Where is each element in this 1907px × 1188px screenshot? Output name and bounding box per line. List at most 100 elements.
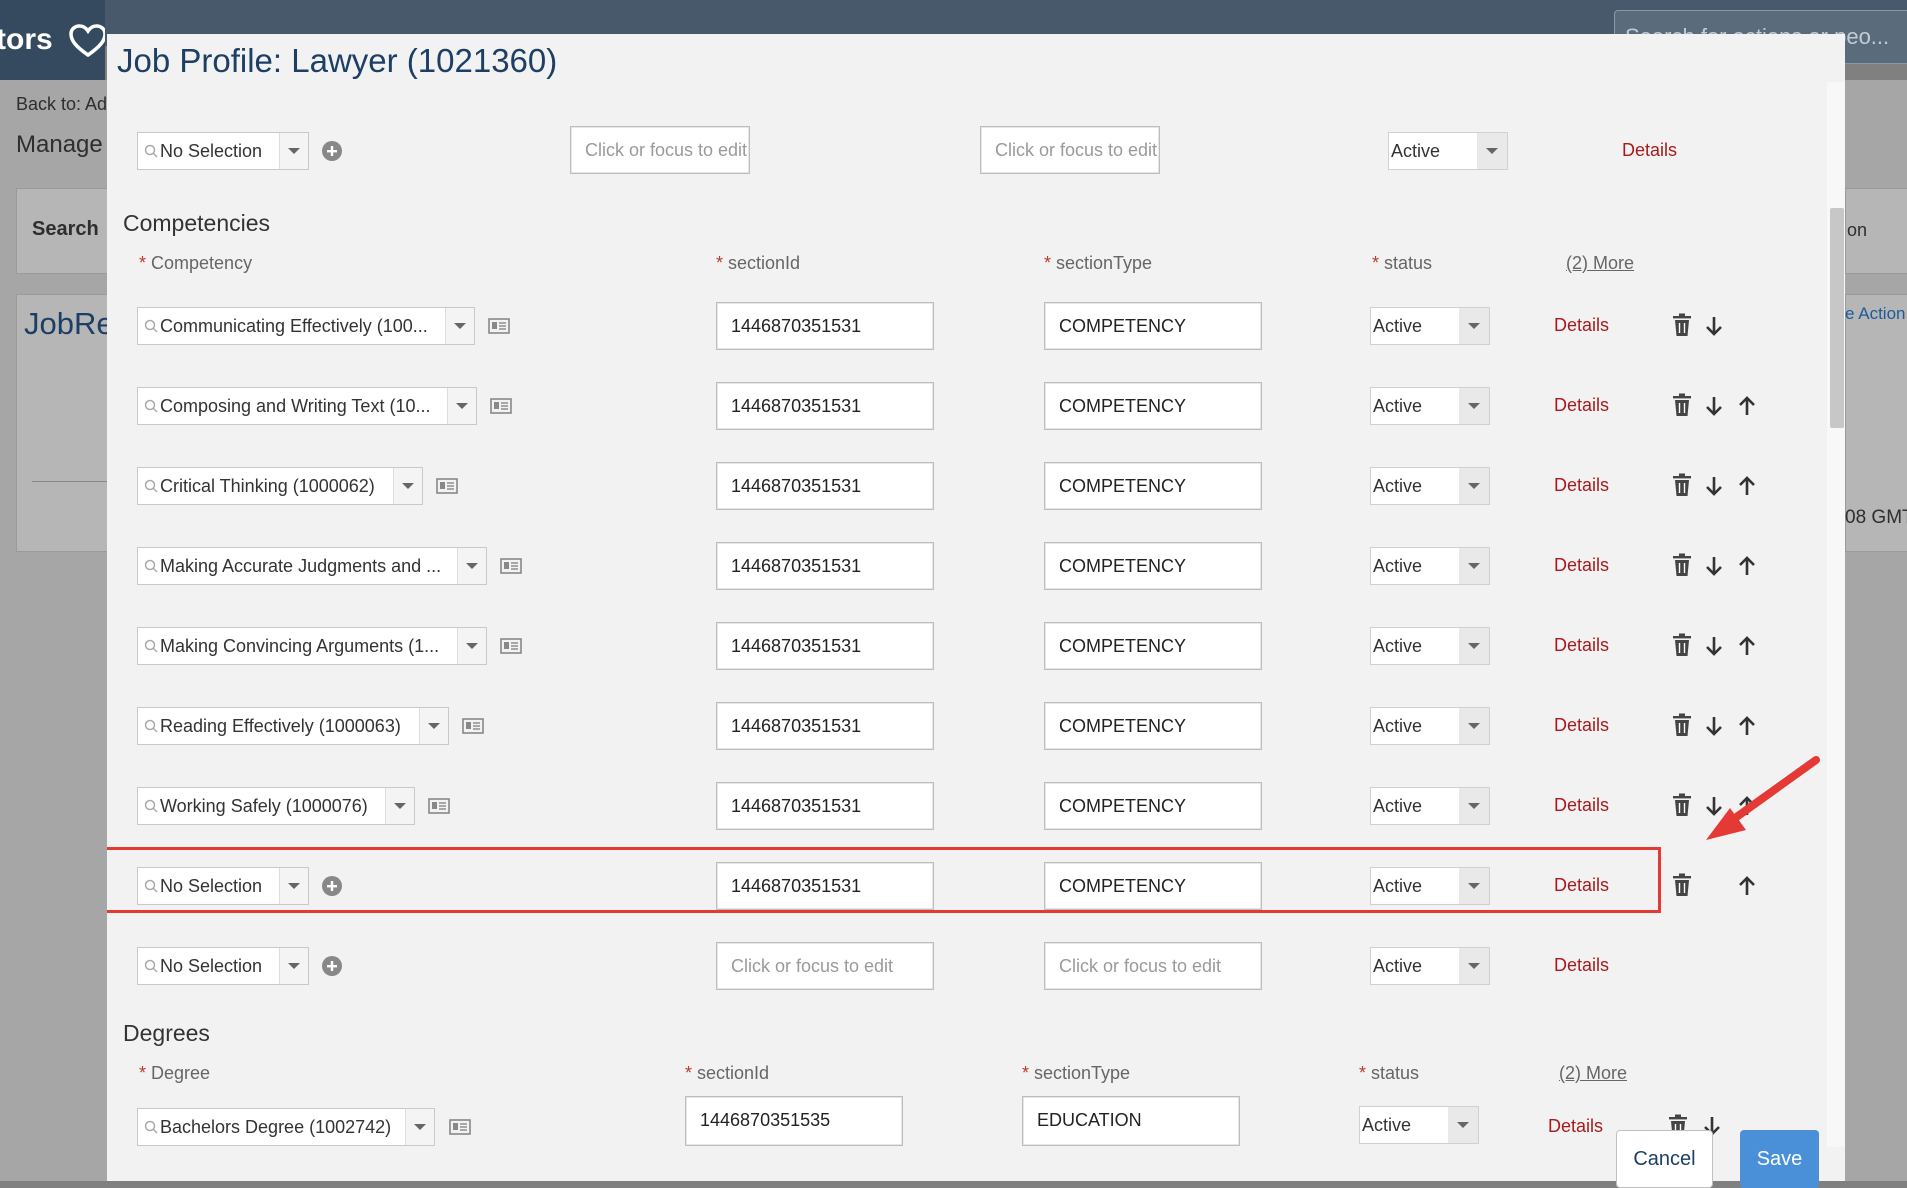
section-type-field[interactable]: COMPETENCY: [1044, 542, 1262, 590]
details-link[interactable]: Details: [1554, 635, 1609, 656]
chevron-down-icon[interactable]: [1459, 788, 1489, 824]
chevron-down-icon[interactable]: [385, 788, 414, 824]
right-select-text[interactable]: on: [1847, 220, 1867, 241]
card-icon[interactable]: [462, 718, 484, 734]
section-type-field[interactable]: COMPETENCY: [1044, 462, 1262, 510]
add-icon[interactable]: [321, 140, 343, 162]
section-id-field[interactable]: Click or focus to edit: [716, 942, 934, 990]
move-up-arrow-icon[interactable]: [1738, 556, 1756, 576]
chevron-down-icon[interactable]: [1459, 468, 1489, 504]
chevron-down-icon[interactable]: [405, 1109, 434, 1145]
card-icon[interactable]: [500, 638, 522, 654]
section-id-field[interactable]: 1446870351531: [716, 702, 934, 750]
move-down-arrow-icon[interactable]: [1705, 476, 1723, 496]
card-icon[interactable]: [436, 478, 458, 494]
chevron-down-icon[interactable]: [445, 308, 474, 344]
trash-icon[interactable]: [1671, 393, 1693, 417]
degree-status-select[interactable]: Active: [1359, 1106, 1479, 1144]
trash-icon[interactable]: [1671, 553, 1693, 577]
details-link[interactable]: Details: [1554, 395, 1609, 416]
more-columns-link[interactable]: (2) More: [1566, 253, 1634, 274]
top-row-details-link[interactable]: Details: [1622, 140, 1677, 161]
competency-combo[interactable]: Making Convincing Arguments (1...: [137, 627, 487, 665]
chevron-down-icon[interactable]: [1459, 548, 1489, 584]
details-link[interactable]: Details: [1554, 955, 1609, 976]
card-icon[interactable]: [449, 1119, 471, 1135]
chevron-down-icon[interactable]: [457, 548, 486, 584]
dialog-scrollbar[interactable]: [1827, 82, 1845, 1147]
top-row-combo[interactable]: No Selection: [137, 132, 309, 170]
degree-more-columns-link[interactable]: (2) More: [1559, 1063, 1627, 1084]
competency-combo[interactable]: Working Safely (1000076): [137, 787, 415, 825]
chevron-down-icon[interactable]: [419, 708, 448, 744]
section-type-field[interactable]: COMPETENCY: [1044, 782, 1262, 830]
right-actions-link[interactable]: e Action: [1845, 304, 1906, 324]
status-select[interactable]: Active: [1370, 787, 1490, 825]
details-link[interactable]: Details: [1554, 475, 1609, 496]
details-link[interactable]: Details: [1554, 795, 1609, 816]
chevron-down-icon[interactable]: [1477, 133, 1507, 169]
chevron-down-icon[interactable]: [279, 133, 308, 169]
chevron-down-icon[interactable]: [447, 388, 476, 424]
degree-section-type-field[interactable]: EDUCATION: [1022, 1096, 1240, 1146]
degree-combo[interactable]: Bachelors Degree (1002742): [137, 1108, 435, 1146]
top-row-field-2[interactable]: Click or focus to edit: [980, 126, 1160, 174]
competency-combo[interactable]: Critical Thinking (1000062): [137, 467, 423, 505]
move-down-arrow-icon[interactable]: [1705, 316, 1723, 336]
section-id-field[interactable]: 1446870351531: [716, 462, 934, 510]
trash-icon[interactable]: [1671, 313, 1693, 337]
chevron-down-icon[interactable]: [393, 468, 422, 504]
move-up-arrow-icon[interactable]: [1738, 716, 1756, 736]
section-id-field[interactable]: 1446870351531: [716, 382, 934, 430]
card-icon[interactable]: [488, 318, 510, 334]
move-down-arrow-icon[interactable]: [1705, 716, 1723, 736]
status-select[interactable]: Active: [1370, 947, 1490, 985]
trash-icon[interactable]: [1671, 873, 1693, 897]
status-select[interactable]: Active: [1370, 387, 1490, 425]
competency-combo[interactable]: Composing and Writing Text (10...: [137, 387, 477, 425]
app-logo[interactable]: tors: [0, 0, 105, 80]
chevron-down-icon[interactable]: [1448, 1107, 1478, 1143]
move-down-arrow-icon[interactable]: [1705, 396, 1723, 416]
move-down-arrow-icon[interactable]: [1705, 556, 1723, 576]
cancel-button[interactable]: Cancel: [1616, 1130, 1713, 1188]
chevron-down-icon[interactable]: [1459, 948, 1489, 984]
details-link[interactable]: Details: [1554, 315, 1609, 336]
section-type-field[interactable]: Click or focus to edit: [1044, 942, 1262, 990]
move-up-arrow-icon[interactable]: [1738, 876, 1756, 896]
card-icon[interactable]: [490, 398, 512, 414]
competency-combo[interactable]: Communicating Effectively (100...: [137, 307, 475, 345]
competency-combo[interactable]: Making Accurate Judgments and ...: [137, 547, 487, 585]
chevron-down-icon[interactable]: [457, 628, 486, 664]
card-icon[interactable]: [428, 798, 450, 814]
move-up-arrow-icon[interactable]: [1738, 476, 1756, 496]
section-id-field[interactable]: 1446870351531: [716, 542, 934, 590]
status-select[interactable]: Active: [1370, 707, 1490, 745]
trash-icon[interactable]: [1671, 713, 1693, 737]
top-row-field-1[interactable]: Click or focus to edit: [570, 126, 750, 174]
details-link[interactable]: Details: [1554, 555, 1609, 576]
move-up-arrow-icon[interactable]: [1738, 636, 1756, 656]
status-select[interactable]: Active: [1370, 627, 1490, 665]
status-select[interactable]: Active: [1370, 467, 1490, 505]
scrollbar-thumb[interactable]: [1830, 208, 1844, 428]
trash-icon[interactable]: [1671, 473, 1693, 497]
section-type-field[interactable]: COMPETENCY: [1044, 382, 1262, 430]
back-to-link[interactable]: Back to: Ad: [16, 94, 107, 115]
degree-details-link[interactable]: Details: [1548, 1116, 1603, 1137]
section-type-field[interactable]: COMPETENCY: [1044, 702, 1262, 750]
card-icon[interactable]: [500, 558, 522, 574]
section-id-field[interactable]: 1446870351531: [716, 622, 934, 670]
degree-section-id-field[interactable]: 1446870351535: [685, 1096, 903, 1146]
add-icon[interactable]: [321, 955, 343, 977]
section-id-field[interactable]: 1446870351531: [716, 782, 934, 830]
section-id-field[interactable]: 1446870351531: [716, 302, 934, 350]
status-select[interactable]: Active: [1370, 307, 1490, 345]
chevron-down-icon[interactable]: [279, 948, 308, 984]
competency-combo[interactable]: No Selection: [137, 947, 309, 985]
chevron-down-icon[interactable]: [1459, 628, 1489, 664]
trash-icon[interactable]: [1671, 633, 1693, 657]
section-type-field[interactable]: COMPETENCY: [1044, 622, 1262, 670]
status-select[interactable]: Active: [1370, 547, 1490, 585]
chevron-down-icon[interactable]: [1459, 388, 1489, 424]
